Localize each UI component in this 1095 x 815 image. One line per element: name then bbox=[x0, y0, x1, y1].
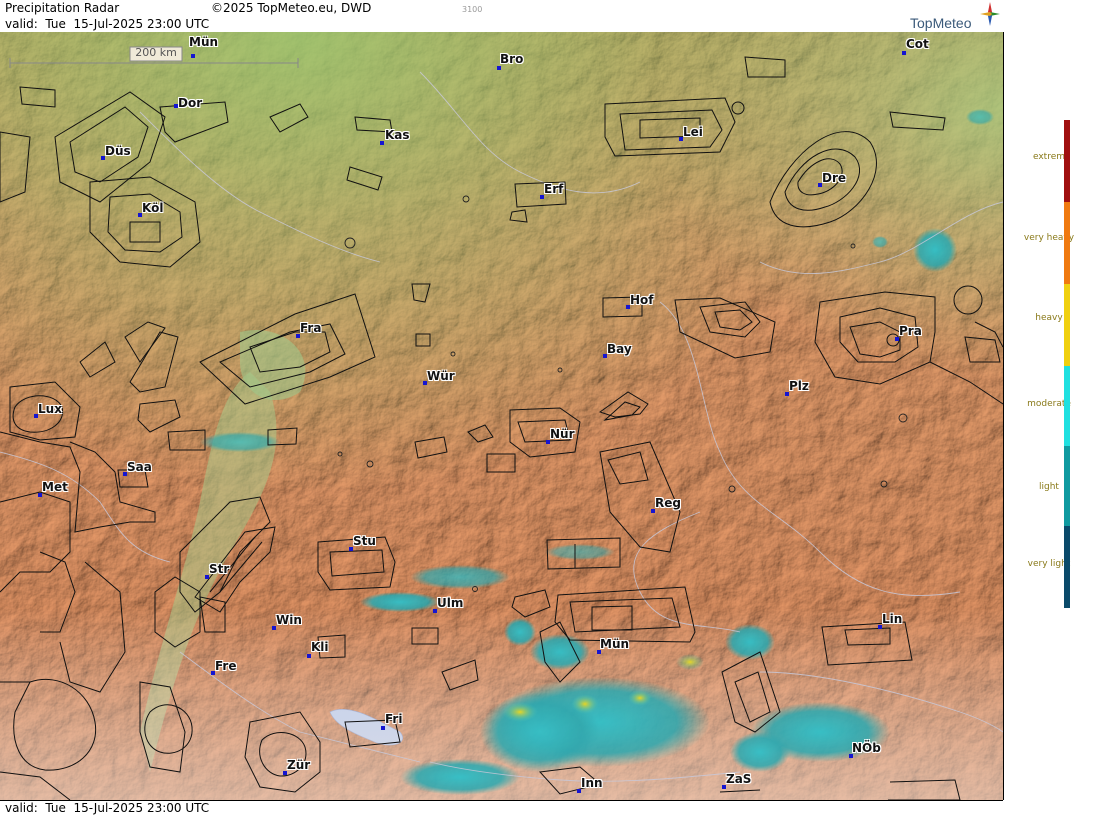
city-label: Dor bbox=[178, 96, 203, 110]
legend-label-very-light: very light bbox=[1027, 559, 1071, 569]
valid-time-top: valid: Tue 15-Jul-2025 23:00 UTC bbox=[5, 17, 210, 31]
city-label: Köl bbox=[142, 201, 164, 215]
legend-label-extrem: extrem bbox=[1032, 152, 1066, 162]
city-label: Met bbox=[42, 480, 68, 494]
city-marker bbox=[307, 654, 311, 658]
city-label: Düs bbox=[105, 144, 131, 158]
city-marker bbox=[191, 54, 195, 58]
topmeteo-logo: TopMeteo bbox=[910, 15, 972, 31]
city-label: Inn bbox=[581, 776, 603, 790]
city-label: Kas bbox=[385, 128, 410, 142]
city-label: Saa bbox=[127, 460, 152, 474]
legend-label-moderate: moderate bbox=[1027, 399, 1071, 409]
city-label: Pra bbox=[899, 324, 922, 338]
city-marker bbox=[380, 141, 384, 145]
city-marker bbox=[381, 726, 385, 730]
city-label: Fra bbox=[300, 321, 322, 335]
precipitation-legend: extrem very heavy heavy moderate light v… bbox=[1004, 0, 1095, 814]
city-label: Mün bbox=[600, 637, 630, 651]
city-label: Cot bbox=[906, 37, 929, 51]
valid-time-bottom: valid: Tue 15-Jul-2025 23:00 UTC bbox=[5, 801, 210, 815]
city-label: Str bbox=[209, 562, 230, 576]
city-label: Wür bbox=[427, 369, 455, 383]
legend-swatch-light bbox=[1064, 446, 1070, 526]
legend-swatch-very-light bbox=[1064, 526, 1070, 608]
city-label: Lei bbox=[683, 125, 703, 139]
compass-icon bbox=[980, 2, 1000, 26]
map-code: 3100 bbox=[462, 5, 483, 14]
city-label: Fri bbox=[385, 712, 403, 726]
copyright-text: ©2025 TopMeteo.eu, DWD bbox=[211, 1, 372, 15]
city-label: Ulm bbox=[437, 596, 464, 610]
radar-map[interactable]: 200 km Mün Dor Düs Köl Kas Bro Erf Lei Cot Dre Hof… bbox=[0, 32, 1004, 800]
city-marker bbox=[497, 66, 501, 70]
legend-swatch-moderate bbox=[1064, 366, 1070, 446]
city-label: Zür bbox=[287, 758, 311, 772]
legend-swatch-heavy bbox=[1064, 284, 1070, 366]
map-footer: valid: Tue 15-Jul-2025 23:00 UTC bbox=[0, 800, 1003, 815]
city-label: Win bbox=[276, 613, 302, 627]
legend-swatch-extrem bbox=[1064, 120, 1070, 202]
terrain-layer bbox=[0, 32, 1003, 800]
city-label: Stu bbox=[353, 534, 376, 548]
city-label: Lin bbox=[882, 612, 903, 626]
city-label: Bro bbox=[500, 52, 524, 66]
legend-label-very-heavy: very heavy bbox=[1023, 233, 1075, 243]
city-label: Kli bbox=[311, 640, 329, 654]
scale-label: 200 km bbox=[135, 46, 177, 59]
city-label: ZaS bbox=[726, 772, 752, 786]
city-label: Reg bbox=[655, 496, 681, 510]
city-label: Hof bbox=[630, 293, 654, 307]
city-label: Erf bbox=[544, 182, 564, 196]
city-label: Plz bbox=[789, 379, 809, 393]
map-header: Precipitation Radar ©2025 TopMeteo.eu, D… bbox=[0, 0, 1003, 33]
city-label: Bay bbox=[607, 342, 632, 356]
legend-label-light: light bbox=[1039, 482, 1059, 492]
city-label: Nür bbox=[550, 427, 575, 441]
city-label: Lux bbox=[38, 402, 62, 416]
city-label: NÖb bbox=[852, 741, 881, 755]
legend-label-heavy: heavy bbox=[1035, 313, 1063, 323]
city-label: Fre bbox=[215, 659, 237, 673]
city-label: Dre bbox=[822, 171, 847, 185]
map-title: Precipitation Radar bbox=[5, 1, 120, 15]
legend-swatch-very-heavy bbox=[1064, 202, 1070, 284]
city-label: Mün bbox=[189, 35, 219, 49]
city-marker bbox=[902, 51, 906, 55]
